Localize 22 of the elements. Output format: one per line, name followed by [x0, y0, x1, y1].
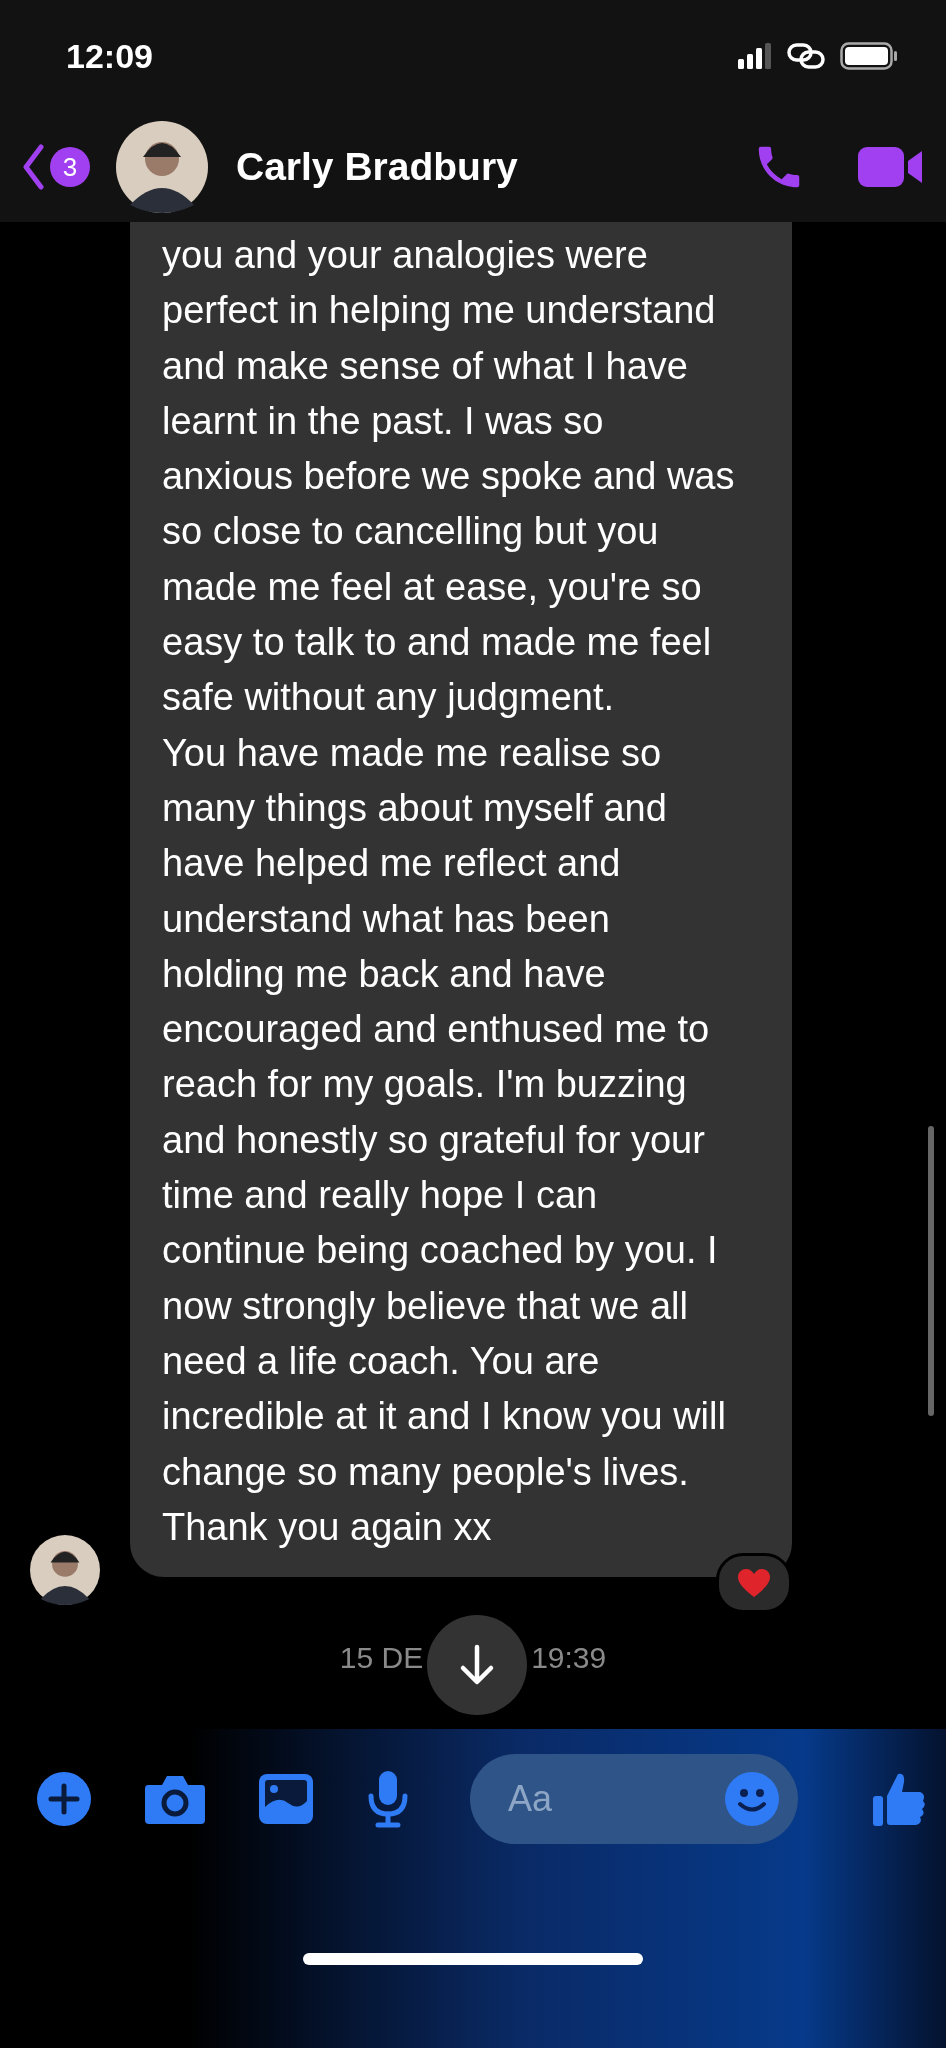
- avatar[interactable]: [30, 1535, 100, 1606]
- avatar[interactable]: [116, 121, 208, 213]
- contact-name[interactable]: Carly Bradbury: [236, 145, 518, 189]
- message-input[interactable]: Aa: [470, 1754, 798, 1845]
- back-button[interactable]: 3: [22, 144, 90, 190]
- add-icon[interactable]: [36, 1771, 92, 1828]
- link-icon: [786, 42, 826, 70]
- microphone-icon[interactable]: [366, 1770, 410, 1829]
- back-icon: [22, 144, 44, 190]
- camera-icon[interactable]: [144, 1773, 206, 1826]
- heart-icon: [737, 1568, 771, 1599]
- timestamp-text: 15 DE: [339, 1641, 424, 1677]
- message-text: you and your analogies were perfect in helping me understand and make sense of what I have learnt in the past. I was so anxious before we spoke and was so close to cancelling but you made me feel at ease, you're so easy to talk to and made me feel safe without any judgment.: [162, 233, 736, 721]
- image-icon[interactable]: [258, 1773, 314, 1826]
- video-call-icon[interactable]: [858, 145, 924, 189]
- unread-count: 3: [50, 147, 90, 187]
- battery-icon: [840, 42, 898, 70]
- message-text: You have made me realise so many things about myself and have helped me reflect and understand what has been holding me back and have encouraged and enthused me to reach for my goals. I'm buzzing and honestly so grateful for your time and really hope I can continue being coached by you. I now strongly believe that we all need a life coach. You are incredible at it and I know you will change so many people's lives. Thank you again xx: [162, 730, 727, 1550]
- timestamp-text: 19:39: [531, 1641, 607, 1677]
- signal-icon: [738, 43, 772, 69]
- emoji-icon[interactable]: [724, 1771, 780, 1828]
- status-time: 12:09: [66, 36, 153, 76]
